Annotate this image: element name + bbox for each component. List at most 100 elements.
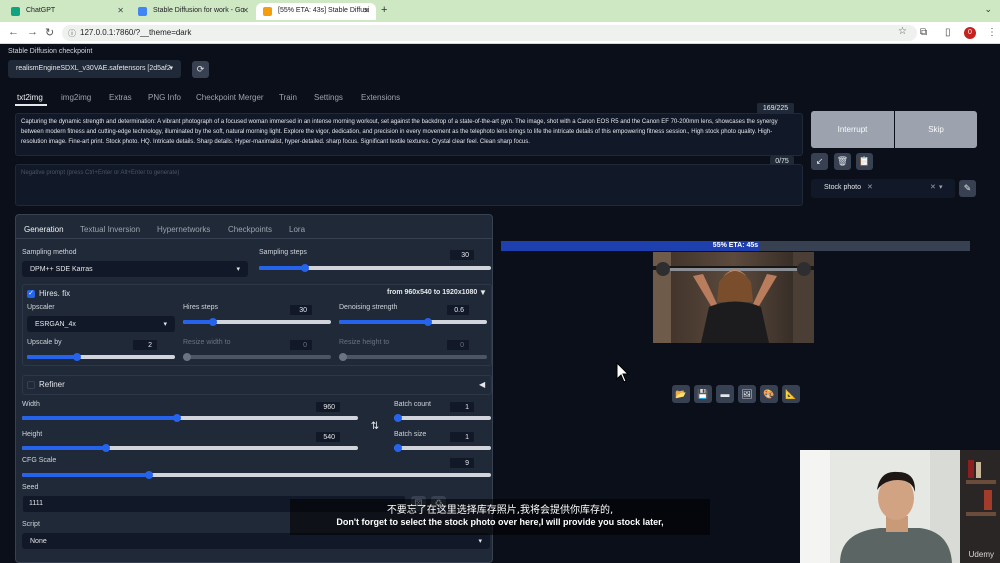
new-tab-button[interactable]: +: [381, 4, 387, 16]
browser-tab-drive[interactable]: Stable Diffusion for work - Go ✕: [131, 3, 255, 20]
height-slider[interactable]: [22, 444, 358, 452]
width-label: Width: [22, 401, 40, 408]
batch-size-input[interactable]: 1: [449, 431, 475, 443]
prompt-textarea[interactable]: Capturing the dynamic strength and deter…: [15, 113, 803, 156]
tab-title: Stable Diffusion for work - Go: [153, 7, 245, 14]
resize-height-input[interactable]: 0: [446, 339, 470, 351]
browser-tab-stable-diffusion[interactable]: [55% ETA: 43s] Stable Diffusi ✕: [256, 3, 376, 20]
site-info-icon[interactable]: ⓘ: [68, 28, 76, 39]
subtab-checkpoints[interactable]: Checkpoints: [228, 225, 272, 234]
sidebar-icon[interactable]: ▯: [945, 27, 951, 38]
width-input[interactable]: 960: [315, 401, 341, 413]
forward-icon[interactable]: →: [27, 26, 38, 38]
negative-prompt-textarea[interactable]: Negative prompt (press Ctrl+Enter or Alt…: [15, 164, 803, 206]
height-input[interactable]: 540: [315, 431, 341, 443]
expand-triangle-icon[interactable]: ◀: [479, 380, 485, 389]
clear-styles-icon[interactable]: ✕: [930, 183, 936, 191]
slider-thumb[interactable]: [423, 318, 432, 326]
subtab-textual-inversion[interactable]: Textual Inversion: [80, 225, 140, 234]
save-icon[interactable]: 💾: [694, 385, 712, 403]
slider-thumb[interactable]: [102, 444, 110, 452]
remove-style-icon[interactable]: ✕: [867, 183, 873, 191]
close-tab-icon[interactable]: ✕: [363, 6, 370, 15]
cfg-scale-slider[interactable]: [22, 471, 491, 479]
close-tab-icon[interactable]: ✕: [242, 6, 249, 15]
refresh-checkpoint-button[interactable]: ⟳: [192, 61, 209, 78]
clear-prompt-button[interactable]: 🗑: [834, 153, 851, 170]
palette-icon[interactable]: 🎨: [760, 385, 778, 403]
image-icon[interactable]: 🖼: [738, 385, 756, 403]
bookmark-star-icon[interactable]: ☆: [898, 26, 907, 37]
sampling-steps-input[interactable]: 30: [449, 249, 475, 261]
subtab-generation[interactable]: Generation: [24, 225, 64, 234]
sampling-method-select[interactable]: DPM++ SDE Karras ▾: [22, 261, 248, 277]
slider-thumb[interactable]: [394, 414, 402, 422]
refiner-checkbox[interactable]: [27, 381, 35, 389]
extensions-icon[interactable]: ⧉: [920, 27, 927, 38]
upscaler-select[interactable]: ESRGAN_4x ▾: [27, 316, 175, 332]
tab-settings[interactable]: Settings: [314, 93, 343, 102]
hires-steps-slider[interactable]: [183, 318, 331, 326]
checkpoint-select[interactable]: realismEngineSDXL_v30VAE.safetensors [2d…: [8, 60, 181, 78]
tab-txt2img[interactable]: txt2img: [17, 93, 43, 102]
batch-size-label: Batch size: [394, 431, 427, 438]
menu-icon[interactable]: ⋮: [987, 27, 997, 38]
slider-thumb[interactable]: [172, 414, 181, 422]
styles-dropdown[interactable]: Stock photo ✕ ✕ ▾: [811, 179, 955, 198]
denoising-strength-input[interactable]: 0.6: [446, 304, 470, 316]
tab-png-info[interactable]: PNG Info: [148, 93, 181, 102]
swap-dimensions-button[interactable]: ⇅: [366, 418, 384, 436]
chevron-down-icon: ▾: [169, 65, 173, 72]
width-slider[interactable]: [22, 414, 358, 422]
sampling-steps-slider[interactable]: [259, 264, 491, 272]
script-label: Script: [22, 521, 40, 528]
folder-icon[interactable]: 📂: [672, 385, 690, 403]
interrupt-button[interactable]: Interrupt: [811, 111, 894, 148]
close-tab-icon[interactable]: ✕: [117, 6, 124, 15]
tab-train[interactable]: Train: [279, 93, 297, 102]
resize-width-slider[interactable]: [183, 353, 331, 361]
script-value: None: [30, 538, 47, 545]
tab-img2img[interactable]: img2img: [61, 93, 91, 102]
subtab-hypernetworks[interactable]: Hypernetworks: [157, 225, 210, 234]
slider-thumb[interactable]: [394, 444, 402, 452]
cfg-scale-label: CFG Scale: [22, 457, 57, 464]
zip-icon[interactable]: ▬: [716, 385, 734, 403]
cfg-scale-input[interactable]: 9: [449, 457, 475, 469]
resize-height-slider[interactable]: [339, 353, 487, 361]
collapse-triangle-icon[interactable]: ▼: [479, 288, 487, 297]
back-icon[interactable]: ←: [8, 26, 19, 38]
extras-icon[interactable]: 📐: [782, 385, 800, 403]
denoising-strength-slider[interactable]: [339, 318, 487, 326]
browser-tab-chatgpt[interactable]: ChatGPT ✕: [4, 3, 130, 20]
batch-size-slider[interactable]: [394, 444, 491, 452]
tab-checkpoint-merger[interactable]: Checkpoint Merger: [196, 93, 264, 102]
hires-fix-checkbox[interactable]: ✓: [27, 290, 35, 298]
extra-networks-button[interactable]: 📋: [856, 153, 873, 170]
slider-thumb[interactable]: [339, 353, 347, 361]
upscale-by-slider[interactable]: [27, 353, 175, 361]
script-select[interactable]: None ▾: [22, 533, 490, 549]
batch-count-input[interactable]: 1: [449, 401, 475, 413]
profile-avatar[interactable]: 0: [964, 27, 976, 39]
reload-icon[interactable]: ↻: [45, 26, 54, 39]
tab-search-icon[interactable]: ⌄: [984, 4, 992, 15]
progress-bar: 55% ETA: 45s: [501, 241, 970, 251]
address-bar[interactable]: ⓘ 127.0.0.1:7860/?__theme=dark ☆: [62, 25, 917, 41]
generated-image-preview[interactable]: [653, 252, 814, 343]
resize-width-input[interactable]: 0: [289, 339, 313, 351]
subtab-lora[interactable]: Lora: [289, 225, 305, 234]
tab-extras[interactable]: Extras: [109, 93, 132, 102]
read-params-button[interactable]: ↙: [811, 153, 828, 170]
skip-button[interactable]: Skip: [895, 111, 977, 148]
url-text[interactable]: 127.0.0.1:7860/?__theme=dark: [80, 28, 191, 37]
slider-thumb[interactable]: [183, 353, 191, 361]
slider-thumb[interactable]: [208, 318, 217, 326]
batch-count-slider[interactable]: [394, 414, 491, 422]
upscale-by-input[interactable]: 2: [132, 339, 158, 351]
edit-styles-button[interactable]: ✎: [959, 180, 976, 197]
slider-thumb[interactable]: [144, 471, 153, 479]
hires-steps-input[interactable]: 30: [289, 304, 313, 316]
subtitle-english: Don't forget to select the stock photo o…: [336, 517, 664, 527]
tab-extensions[interactable]: Extensions: [361, 93, 400, 102]
